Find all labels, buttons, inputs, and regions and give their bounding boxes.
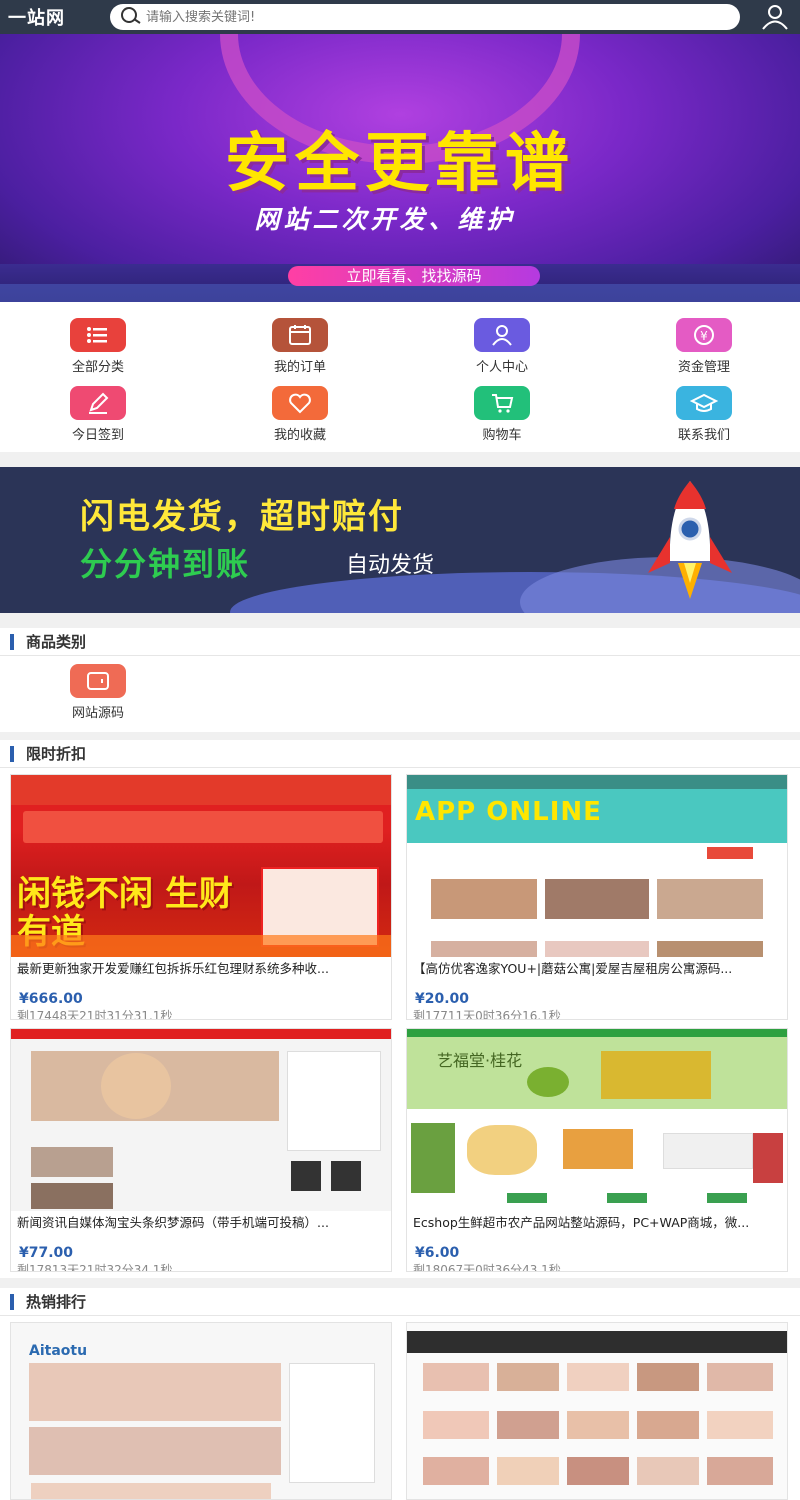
menu-item-cart[interactable]: 购物车 <box>442 386 562 443</box>
menu-label: 我的订单 <box>273 360 326 375</box>
thumbnail-text: 艺福堂·桂花 <box>437 1051 523 1070</box>
hero-banner[interactable]: 安全更靠谱 网站二次开发、维护 立即看看、找找源码 <box>0 34 800 302</box>
rocket-icon <box>648 481 732 599</box>
banner-subtitle: 网站二次开发、维护 <box>254 205 516 234</box>
countdown-text: 剩17813天21时32分34.1秒 <box>17 1263 173 1272</box>
countdown-text: 剩18067天0时36分43.1秒 <box>413 1263 561 1272</box>
search-icon[interactable] <box>118 6 146 28</box>
menu-item-favorites[interactable]: 我的收藏 <box>240 386 360 443</box>
section-title: 限时折扣 <box>26 745 87 763</box>
product-title[interactable]: 最新更新独家开发爱赚红包拆拆乐红包理财系统多种收... <box>17 961 389 976</box>
product-card[interactable]: 艺福堂·桂花 Ecshop生鲜超市农产品网站整站源码，PC+WAP商城，微...… <box>406 1028 788 1272</box>
product-title[interactable]: Ecshop生鲜超市农产品网站整站源码，PC+WAP商城，微... <box>413 1215 785 1245</box>
product-title[interactable]: 【高仿优客逸家YOU+|蘑菇公寓|爱屋吉屋租房公寓源码... <box>413 961 785 976</box>
countdown-text: 剩17448天21时31分31.1秒 <box>17 1009 173 1020</box>
category-label: 网站源码 <box>71 706 124 721</box>
product-thumbnail[interactable] <box>407 1323 787 1499</box>
section-header: 限时折扣 <box>0 740 800 768</box>
product-price: ¥6.00 <box>415 1245 460 1261</box>
graduation-cap-icon <box>676 386 732 420</box>
product-thumbnail[interactable]: 艺福堂·桂花 <box>407 1029 787 1211</box>
search-input[interactable] <box>146 9 726 25</box>
calendar-icon <box>272 318 328 352</box>
product-card[interactable]: APP ONLINE 【高仿优客逸家YOU+|蘑菇公寓|爱屋吉屋租房公寓源码..… <box>406 774 788 1020</box>
section-title: 商品类别 <box>26 633 87 651</box>
cart-icon <box>474 386 530 420</box>
product-title[interactable]: 新闻资讯自媒体淘宝头条织梦源码（带手机端可投稿）... <box>17 1215 389 1230</box>
menu-label: 我的收藏 <box>273 428 326 443</box>
product-price: ¥77.00 <box>19 1245 74 1261</box>
menu-item-all-categories[interactable]: 全部分类 <box>38 318 158 375</box>
section-header: 商品类别 <box>0 628 800 656</box>
yen-icon: ¥ <box>676 318 732 352</box>
thumbnail-text: APP ONLINE <box>415 797 602 827</box>
product-thumbnail[interactable] <box>11 1029 391 1211</box>
menu-label: 全部分类 <box>71 360 124 375</box>
person-icon <box>474 318 530 352</box>
search-bar[interactable] <box>110 4 740 30</box>
promo-banner[interactable]: 闪电发货，超时赔付 分分钟到账 自动发货 <box>0 467 800 613</box>
banner-title: 安全更靠谱 <box>225 127 575 201</box>
banner-cta[interactable]: 立即看看、找找源码 <box>288 266 540 286</box>
flash-sale-section: 限时折扣 闲钱不闲 生财有道 最新更新独家开发爱赚红包拆拆乐红包理财系统多种收.… <box>0 740 800 1278</box>
section-title: 热销排行 <box>26 1293 87 1311</box>
promo-line2: 分分钟到账 <box>80 545 251 583</box>
promo-line3: 自动发货 <box>346 553 435 578</box>
menu-label: 个人中心 <box>475 360 528 375</box>
product-card[interactable]: 新闻资讯自媒体淘宝头条织梦源码（带手机端可投稿）... ¥77.00 剩1781… <box>10 1028 392 1272</box>
product-thumbnail[interactable]: APP ONLINE <box>407 775 787 957</box>
menu-item-funds[interactable]: ¥ 资金管理 <box>644 318 764 375</box>
pencil-icon <box>70 386 126 420</box>
wallet-icon <box>70 664 126 698</box>
menu-item-my-orders[interactable]: 我的订单 <box>240 318 360 375</box>
menu-item-personal-center[interactable]: 个人中心 <box>442 318 562 375</box>
product-card[interactable]: Aitaotu <box>10 1322 392 1500</box>
section-header: 热销排行 <box>0 1288 800 1316</box>
category-item-website-source[interactable]: 网站源码 <box>48 664 148 721</box>
product-price: ¥20.00 <box>415 991 470 1007</box>
product-thumbnail[interactable]: Aitaotu <box>11 1323 391 1499</box>
heart-icon <box>272 386 328 420</box>
list-icon <box>70 318 126 352</box>
product-card[interactable] <box>406 1322 788 1500</box>
site-logo[interactable]: 一站网 <box>0 4 100 30</box>
product-thumbnail[interactable]: 闲钱不闲 生财有道 <box>11 775 391 957</box>
menu-label: 资金管理 <box>677 360 730 375</box>
svg-text:¥: ¥ <box>700 329 708 343</box>
category-section: 商品类别 网站源码 <box>0 628 800 732</box>
product-price: ¥666.00 <box>19 991 83 1007</box>
top-header: 一站网 <box>0 0 800 34</box>
countdown-text: 剩17711天0时36分16.1秒 <box>413 1009 561 1020</box>
menu-label: 购物车 <box>482 428 522 443</box>
menu-label: 今日签到 <box>71 428 124 443</box>
hot-ranking-section: 热销排行 Aitaotu <box>0 1288 800 1500</box>
product-card[interactable]: 闲钱不闲 生财有道 最新更新独家开发爱赚红包拆拆乐红包理财系统多种收... ¥6… <box>10 774 392 1020</box>
menu-item-checkin[interactable]: 今日签到 <box>38 386 158 443</box>
menu-item-contact[interactable]: 联系我们 <box>644 386 764 443</box>
quick-menu: 全部分类 我的订单 个人中心 ¥ 资金管理 今日签到 我的收藏 购物车 联系我们 <box>0 302 800 452</box>
user-icon[interactable] <box>758 3 792 31</box>
menu-label: 联系我们 <box>677 428 730 443</box>
thumbnail-text: Aitaotu <box>29 1343 88 1359</box>
promo-line1: 闪电发货，超时赔付 <box>80 497 404 537</box>
